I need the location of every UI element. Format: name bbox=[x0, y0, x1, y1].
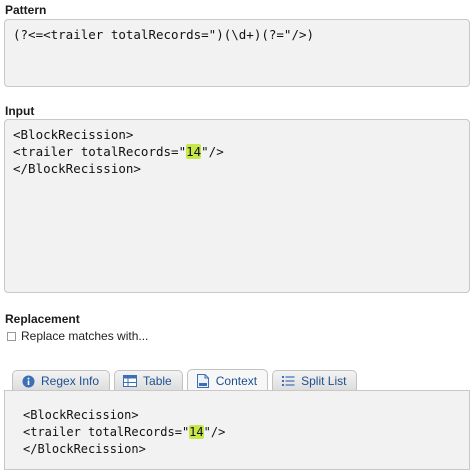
tab-regex-info[interactable]: Regex Info bbox=[12, 370, 111, 391]
input-line: <BlockRecission> bbox=[13, 126, 461, 143]
pattern-input[interactable]: (?<=<trailer totalRecords=")(\d+)(?="/>) bbox=[4, 19, 470, 87]
tab-label: Split List bbox=[301, 374, 347, 388]
match-highlight: 14 bbox=[186, 144, 202, 159]
input-line-text: "/> bbox=[201, 144, 224, 159]
context-line-text: </BlockRecission> bbox=[23, 442, 146, 456]
table-icon bbox=[123, 374, 138, 388]
input-line-text: <trailer totalRecords=" bbox=[13, 144, 187, 159]
input-label: Input bbox=[5, 104, 35, 118]
list-icon bbox=[281, 374, 295, 388]
input-line-text: <BlockRecission> bbox=[13, 127, 134, 142]
context-line: <trailer totalRecords="14"/> bbox=[23, 424, 451, 441]
input-line: </BlockRecission> bbox=[13, 160, 461, 177]
tab-context[interactable]: Context bbox=[186, 369, 269, 391]
tab-table[interactable]: Table bbox=[114, 370, 183, 391]
context-line: <BlockRecission> bbox=[23, 407, 451, 424]
document-icon bbox=[196, 373, 210, 388]
context-line: </BlockRecission> bbox=[23, 441, 451, 458]
context-line-text: <trailer totalRecords=" bbox=[23, 425, 190, 439]
result-tabs: Regex Info Table Context Split List bbox=[12, 369, 361, 391]
replace-matches-row[interactable]: Replace matches with... bbox=[7, 329, 148, 343]
context-result-panel: <BlockRecission> <trailer totalRecords="1… bbox=[4, 390, 470, 470]
input-textarea[interactable]: <BlockRecission> <trailer totalRecords="1… bbox=[4, 119, 470, 293]
input-line-text: </BlockRecission> bbox=[13, 161, 141, 176]
tab-label: Table bbox=[143, 374, 172, 388]
match-highlight: 14 bbox=[189, 425, 204, 439]
context-line-text: <BlockRecission> bbox=[23, 408, 139, 422]
replace-matches-checkbox[interactable] bbox=[7, 331, 16, 341]
regex-tester: Pattern (?<=<trailer totalRecords=")(\d+… bbox=[0, 0, 474, 476]
context-line-text: "/> bbox=[203, 425, 226, 439]
replace-matches-label[interactable]: Replace matches with... bbox=[21, 329, 148, 343]
tab-label: Context bbox=[215, 373, 258, 388]
info-icon bbox=[21, 374, 35, 388]
replacement-label: Replacement bbox=[5, 312, 80, 326]
pattern-label: Pattern bbox=[5, 3, 47, 17]
input-line: <trailer totalRecords="14"/> bbox=[13, 143, 461, 160]
tab-split-list[interactable]: Split List bbox=[272, 370, 358, 391]
tab-label: Regex Info bbox=[41, 374, 100, 388]
